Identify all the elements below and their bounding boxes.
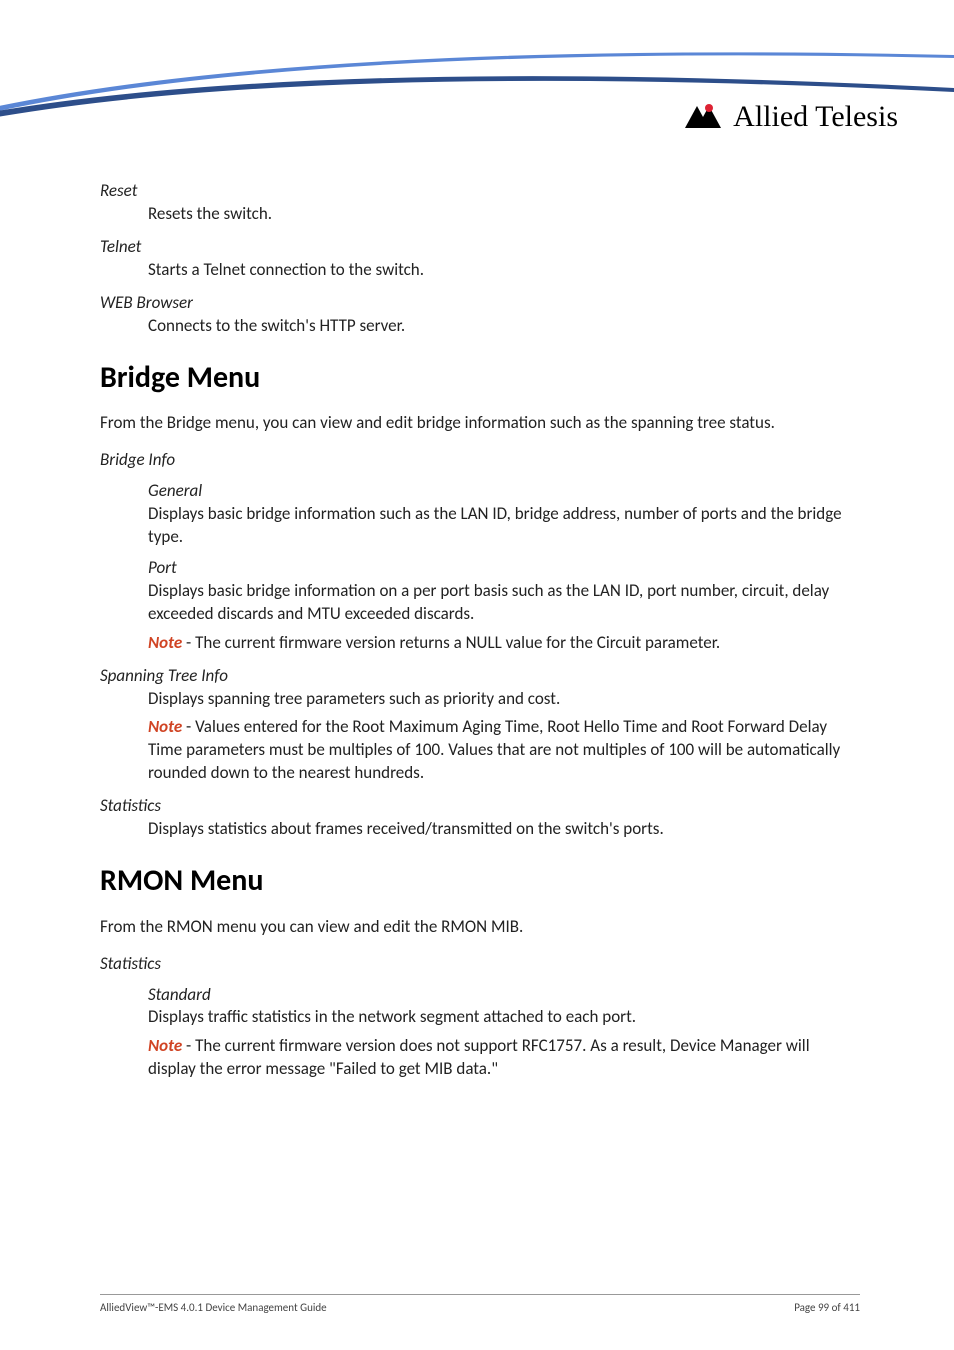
note-label: Note [148, 716, 182, 737]
brand-name: Allied Telesis [733, 100, 898, 134]
bridge-info-general-title: General [148, 480, 860, 503]
bridge-info-port-title: Port [148, 557, 860, 580]
page-content: Reset Resets the switch. Telnet Starts a… [100, 170, 860, 1087]
bridge-heading: Bridge Menu [100, 358, 860, 399]
note-text: - Values entered for the Root Maximum Ag… [148, 716, 840, 783]
bridge-info-general-body: Displays basic bridge information such a… [148, 503, 860, 549]
rmon-standard-body: Displays traffic statistics in the netwo… [148, 1006, 860, 1029]
section-web-body: Connects to the switch's HTTP server. [148, 315, 860, 338]
rmon-intro: From the RMON menu you can view and edit… [100, 916, 860, 939]
section-reset-body: Resets the switch. [148, 203, 860, 226]
note-label: Note [148, 1035, 182, 1056]
brand-logo: Allied Telesis [683, 100, 898, 134]
spanning-body: Displays spanning tree parameters such a… [148, 688, 860, 711]
rmon-standard-note: Note - The current firmware version does… [148, 1035, 860, 1081]
rmon-stats-title: Statistics [100, 953, 860, 976]
rmon-standard-title: Standard [148, 984, 860, 1007]
section-telnet-title: Telnet [100, 236, 860, 259]
bridge-info-port-body: Displays basic bridge information on a p… [148, 580, 860, 626]
note-text: - The current firmware version does not … [148, 1035, 810, 1079]
footer-right: Page 99 of 411 [794, 1301, 860, 1314]
section-web-title: WEB Browser [100, 292, 860, 315]
bridge-info-title: Bridge Info [100, 449, 860, 472]
bridge-stats-body: Displays statistics about frames receive… [148, 818, 860, 841]
bridge-stats-title: Statistics [100, 795, 860, 818]
section-reset-title: Reset [100, 180, 860, 203]
spanning-note: Note - Values entered for the Root Maxim… [148, 716, 860, 785]
rmon-heading: RMON Menu [100, 861, 860, 902]
section-telnet-body: Starts a Telnet connection to the switch… [148, 259, 860, 282]
note-text: - The current firmware version returns a… [182, 632, 720, 653]
spanning-title: Spanning Tree Info [100, 665, 860, 688]
page-footer: AlliedView™-EMS 4.0.1 Device Management … [100, 1294, 860, 1314]
note-label: Note [148, 632, 182, 653]
bridge-info-port-note: Note - The current firmware version retu… [148, 632, 860, 655]
footer-left: AlliedView™-EMS 4.0.1 Device Management … [100, 1301, 327, 1314]
bridge-intro: From the Bridge menu, you can view and e… [100, 412, 860, 435]
logo-mark-icon [683, 102, 723, 132]
